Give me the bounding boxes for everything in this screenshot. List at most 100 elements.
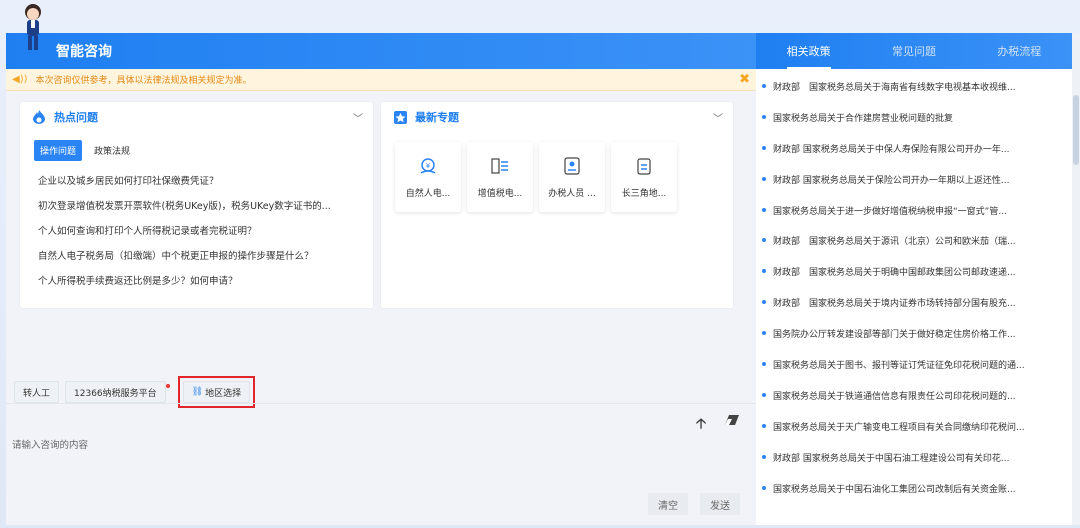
question-list: 企业以及城乡居民如何打印社保缴费凭证？ 初次登录增值税发票开票软件(税务UKey…: [38, 175, 373, 300]
close-icon[interactable]: ✖: [739, 72, 750, 87]
service-platform-button[interactable]: 12366纳税服务平台: [65, 381, 170, 403]
bullet: [762, 300, 766, 305]
latest-topics-title: 最新专题: [415, 111, 459, 124]
bullet: [762, 392, 766, 397]
policy-title: 财政部 国家税务总局关于保险公司开办一年期以上返还性...: [773, 175, 1010, 186]
transfer-agent-button[interactable]: 转人工: [14, 381, 60, 403]
list-item[interactable]: 财政部 国家税务总局关于保险公司开办一年期以上返还性...: [762, 173, 1072, 204]
list-item[interactable]: 国务院办公厅转发建设部等部门关于做好稳定住房价格工作...: [762, 327, 1072, 358]
policy-title: 财政部 国家税务总局关于源讯（北京）公司和欧米茄（瑞...: [773, 237, 1016, 248]
policy-title: 国务院办公厅转发建设部等部门关于做好稳定住房价格工作...: [773, 330, 1016, 341]
send-button[interactable]: 发送: [700, 493, 740, 515]
list-item[interactable]: 财政部 国家税务总局关于明确中国邮政集团公司邮政速递...: [762, 265, 1072, 296]
bullet: [762, 207, 766, 212]
assistant-avatar: [18, 2, 48, 52]
hot-questions-header[interactable]: 热点问题 ﹀: [20, 102, 373, 132]
policy-title: 国家税务总局关于进一步做好增值税纳税申报“一窗式”管...: [773, 206, 1007, 217]
question-item[interactable]: 个人如何查询和打印个人所得税记录或者完税证明？: [38, 225, 373, 250]
hot-tabs: 操作问题 政策法规: [34, 140, 373, 161]
message-input[interactable]: 请输入咨询的内容: [12, 437, 612, 451]
list-item[interactable]: 国家税务总局关于进一步做好增值税纳税申报“一窗式”管...: [762, 204, 1072, 235]
service-platform-label: 12366纳税服务平台: [74, 388, 157, 399]
bullet: [762, 145, 766, 150]
latest-topics-card: 最新专题 ﹀ ¥ 自然人电... 增值税电... 办税人员 ... 长三角地..…: [381, 102, 733, 308]
topic-item[interactable]: 增值税电...: [467, 142, 533, 212]
topic-label: 办税人员 ...: [548, 189, 596, 199]
tab-operation[interactable]: 操作问题: [34, 140, 83, 161]
clipboard-icon: [634, 156, 654, 176]
topic-item[interactable]: 办税人员 ...: [539, 142, 605, 212]
tab-related-policy[interactable]: 相关政策: [786, 33, 831, 69]
clear-button[interactable]: 清空: [648, 493, 688, 515]
question-item[interactable]: 初次登录增值税发票开票软件(税务UKey版)，税务UKey数字证书的...: [38, 200, 373, 225]
policy-title: 国家税务总局关于图书、报刊等证订凭证征免印花税问题的通...: [773, 361, 1025, 372]
page-title: 智能咨询: [56, 44, 112, 60]
list-item[interactable]: 国家税务总局关于天广输变电工程项目有关合同缴纳印花税问...: [762, 420, 1072, 451]
arrow-up-icon[interactable]: 🡡: [696, 413, 706, 437]
list-item[interactable]: 国家税务总局关于中国石油化工集团公司改制后有关资金账...: [762, 482, 1072, 513]
chevron-down-icon[interactable]: ﹀: [353, 110, 363, 125]
tax-doc-icon: [490, 156, 510, 176]
notice-bar: ◀)) 本次咨询仅供参考，具体以法律法规及相关规定为准。 ✖: [6, 69, 756, 91]
scrollbar[interactable]: [1072, 33, 1080, 525]
chat-main: 热点问题 ﹀ 操作问题 政策法规 企业以及城乡居民如何打印社保缴费凭证？ 初次登…: [6, 91, 756, 525]
list-item[interactable]: 财政部 国家税务总局关于源讯（北京）公司和欧米茄（瑞...: [762, 234, 1072, 265]
link-icon: ⛓: [191, 387, 204, 397]
bullet: [762, 362, 766, 367]
list-item[interactable]: 国家税务总局关于图书、报刊等证订凭证征免印花税问题的通...: [762, 358, 1072, 389]
bullet: [762, 331, 766, 336]
policy-title: 国家税务总局关于铁道通信信息有限责任公司印花税问题的...: [773, 391, 1016, 402]
policy-title: 国家税务总局关于天广输变电工程项目有关合同缴纳印花税问...: [773, 422, 1025, 433]
notification-dot: [165, 384, 170, 388]
bullet: [762, 423, 766, 428]
topic-label: 长三角地...: [621, 189, 667, 199]
tab-faq[interactable]: 常见问题: [892, 33, 936, 69]
question-item[interactable]: 自然人电子税务局（扣缴端）中个税更正申报的操作步骤是什么？: [38, 250, 373, 275]
bullet: [762, 485, 766, 490]
bullet: [762, 454, 766, 459]
bullet: [762, 84, 766, 88]
policy-list: 财政部 国家税务总局关于海南省有线数字电视基本收视维... 国家税务总局关于合作…: [756, 69, 1072, 512]
tab-policy[interactable]: 政策法规: [94, 144, 130, 157]
scrollbar-thumb[interactable]: [1073, 95, 1079, 165]
list-item[interactable]: 财政部 国家税务总局关于中国石油工程建设公司有关印花...: [762, 451, 1072, 482]
svg-text:¥: ¥: [426, 162, 431, 170]
list-item[interactable]: 财政部 国家税务总局关于境内证券市场转持部分国有股充...: [762, 296, 1072, 327]
policy-title: 国家税务总局关于合作建房营业税问题的批复: [773, 113, 954, 124]
question-item[interactable]: 个人所得税手续费返还比例是多少？如何申请？: [38, 275, 373, 300]
money-bag-icon: ¥: [418, 156, 438, 176]
policy-title: 国家税务总局关于中国石油化工集团公司改制后有关资金账...: [773, 484, 1016, 495]
bullet: [762, 176, 766, 181]
eraser-icon[interactable]: [724, 414, 740, 429]
list-item[interactable]: 财政部 国家税务总局关于中保人寿保险有限公司开办一年...: [762, 142, 1072, 173]
divider: [6, 403, 756, 404]
topic-label: 自然人电...: [405, 189, 451, 199]
tab-process[interactable]: 办税流程: [997, 33, 1041, 69]
hot-questions-card: 热点问题 ﹀ 操作问题 政策法规 企业以及城乡居民如何打印社保缴费凭证？ 初次登…: [20, 102, 373, 308]
list-item[interactable]: 财政部 国家税务总局关于海南省有线数字电视基本收视维...: [762, 80, 1072, 111]
question-item[interactable]: 企业以及城乡居民如何打印社保缴费凭证？: [38, 175, 373, 200]
star-badge-icon: [393, 110, 407, 124]
side-tabs: 相关政策 常见问题 办税流程: [756, 33, 1072, 69]
speaker-icon: ◀)): [12, 74, 28, 85]
send-controls: 清空 发送: [636, 493, 740, 515]
policy-title: 财政部 国家税务总局关于中保人寿保险有限公司开办一年...: [773, 144, 1010, 155]
notice-text: 本次咨询仅供参考，具体以法律法规及相关规定为准。: [35, 76, 252, 86]
bullet: [762, 269, 766, 274]
side-panel: 相关政策 常见问题 办税流程 财政部 国家税务总局关于海南省有线数字电视基本收视…: [756, 33, 1072, 525]
topic-label: 增值税电...: [477, 189, 523, 199]
chevron-down-icon[interactable]: ﹀: [713, 110, 723, 125]
topic-item[interactable]: 长三角地...: [611, 142, 677, 212]
policy-title: 财政部 国家税务总局关于中国石油工程建设公司有关印花...: [773, 453, 1010, 464]
id-card-icon: [562, 156, 582, 176]
list-item[interactable]: 国家税务总局关于铁道通信信息有限责任公司印花税问题的...: [762, 389, 1072, 420]
bullet: [762, 238, 766, 243]
policy-title: 财政部 国家税务总局关于海南省有线数字电视基本收视维...: [773, 83, 1016, 93]
latest-topics-header[interactable]: 最新专题 ﹀: [381, 102, 733, 132]
topic-list: ¥ 自然人电... 增值税电... 办税人员 ... 长三角地...: [395, 142, 733, 212]
topic-item[interactable]: ¥ 自然人电...: [395, 142, 461, 212]
policy-title: 财政部 国家税务总局关于境内证券市场转持部分国有股充...: [773, 299, 1016, 310]
region-select-label: 地区选择: [205, 388, 242, 399]
region-select-button[interactable]: ⛓ 地区选择: [182, 381, 251, 403]
list-item[interactable]: 国家税务总局关于合作建房营业税问题的批复: [762, 111, 1072, 142]
